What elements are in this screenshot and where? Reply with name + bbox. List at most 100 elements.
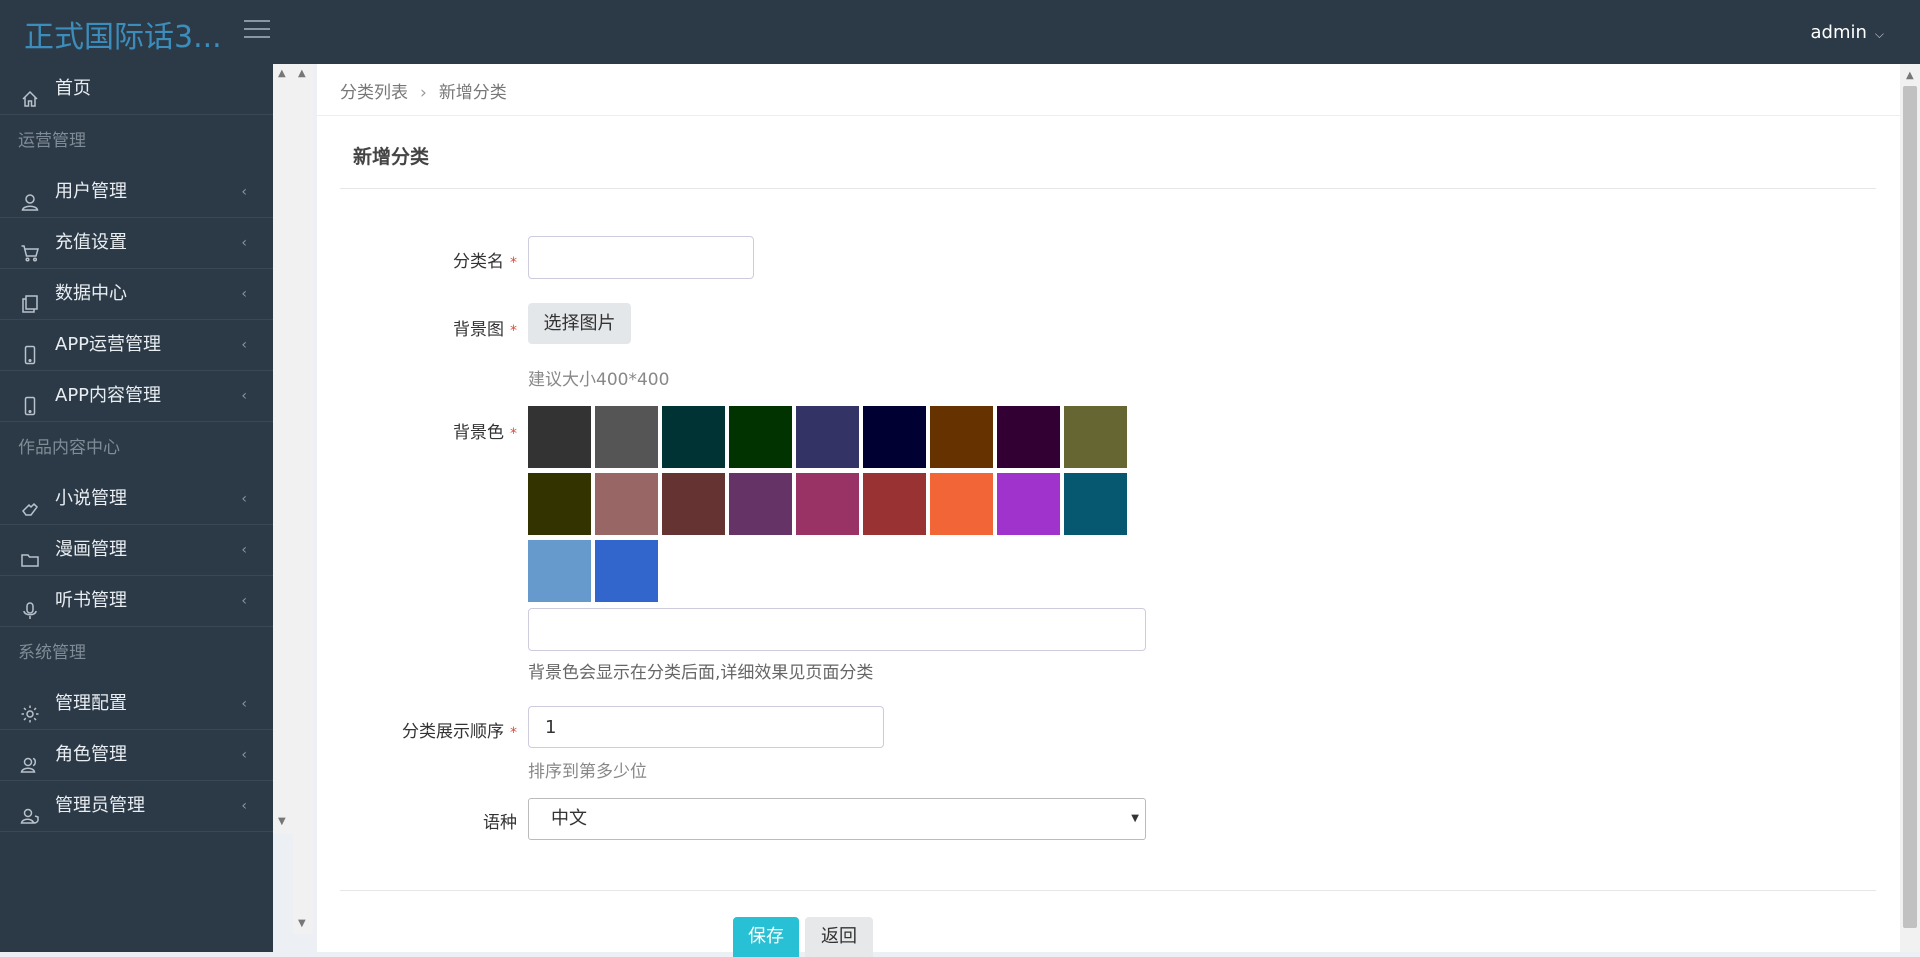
order-input[interactable] xyxy=(528,706,884,748)
chevron-down-icon: ⌵ xyxy=(1874,27,1884,41)
color-swatch[interactable] xyxy=(863,406,926,468)
color-swatch[interactable] xyxy=(997,406,1060,468)
color-swatch[interactable] xyxy=(595,540,658,602)
sidebar-item-users[interactable]: 用户管理 ‹ xyxy=(0,167,273,218)
sidebar-item-label: 角色管理 xyxy=(55,744,127,765)
chevron-left-icon: ‹ xyxy=(241,747,247,763)
color-swatch[interactable] xyxy=(729,473,792,535)
bg-color-input[interactable] xyxy=(528,608,1146,651)
color-swatch[interactable] xyxy=(997,473,1060,535)
chevron-left-icon: ‹ xyxy=(241,696,247,712)
sidebar-item-recharge[interactable]: 充值设置 ‹ xyxy=(0,218,273,269)
sidebar-item-label: 首页 xyxy=(55,78,91,99)
chevron-left-icon: ‹ xyxy=(241,337,247,353)
color-swatch[interactable] xyxy=(1064,473,1127,535)
color-swatch[interactable] xyxy=(930,406,993,468)
divider xyxy=(340,188,1876,189)
divider xyxy=(317,115,1900,116)
bg-image-label: 背景图 * xyxy=(453,320,517,340)
hand-icon xyxy=(20,489,40,516)
sidebar-item-app-operation[interactable]: APP运营管理 ‹ xyxy=(0,320,273,371)
users-icon xyxy=(20,745,40,773)
sidebar-section-header: 作品内容中心 xyxy=(18,438,120,458)
sidebar-menu: 首页 运营管理 用户管理 ‹ 充值设置 ‹ 数据中心 ‹ APP运营管理 ‹ APP内容管理 ‹ 作品内… xyxy=(0,64,273,832)
sidebar-item-novels[interactable]: 小说管理 ‹ xyxy=(0,474,273,525)
cart-icon xyxy=(20,233,40,262)
color-swatch[interactable] xyxy=(796,473,859,535)
bg-color-help: 背景色会显示在分类后面,详细效果见页面分类 xyxy=(528,663,874,683)
bg-image-help: 建议大小400*400 xyxy=(528,370,670,390)
scroll-up-icon[interactable]: ▲ xyxy=(278,68,286,79)
chevron-left-icon: ‹ xyxy=(241,491,247,507)
sidebar-item-label: 用户管理 xyxy=(55,181,127,202)
color-swatch[interactable] xyxy=(528,540,591,602)
bg-color-label: 背景色 * xyxy=(453,423,517,443)
scroll-up-icon[interactable]: ▲ xyxy=(1906,70,1914,81)
color-swatch[interactable] xyxy=(595,406,658,468)
sidebar-item-audiobooks[interactable]: 听书管理 ‹ xyxy=(0,576,273,627)
breadcrumb-parent[interactable]: 分类列表 xyxy=(340,83,408,103)
breadcrumb-current: 新增分类 xyxy=(438,83,507,103)
menu-toggle-icon[interactable] xyxy=(244,20,270,42)
category-name-label: 分类名 * xyxy=(453,252,517,272)
microphone-icon xyxy=(20,591,40,619)
color-swatch[interactable] xyxy=(796,406,859,468)
sidebar-item-label: APP内容管理 xyxy=(55,385,162,406)
required-mark: * xyxy=(510,725,517,741)
sidebar-item-app-content[interactable]: APP内容管理 ‹ xyxy=(0,371,273,422)
chevron-left-icon: ‹ xyxy=(241,235,247,251)
scrollbar-thumb[interactable] xyxy=(1903,86,1917,928)
sidebar-section-header: 系统管理 xyxy=(18,643,86,663)
sidebar-item-label: 数据中心 xyxy=(55,283,127,304)
sidebar-item-label: APP运营管理 xyxy=(55,334,162,355)
color-swatch[interactable] xyxy=(595,473,658,535)
language-value: 中文 xyxy=(551,808,587,829)
sidebar-item-home[interactable]: 首页 xyxy=(0,64,273,115)
chevron-right-icon: › xyxy=(420,83,427,103)
save-button[interactable]: 保存 xyxy=(733,917,799,957)
language-select[interactable]: 中文 ▼ xyxy=(528,798,1146,840)
scroll-up-icon[interactable]: ▲ xyxy=(298,68,306,79)
sidebar-item-admins[interactable]: 管理员管理 ‹ xyxy=(0,781,273,832)
color-swatch[interactable] xyxy=(662,473,725,535)
sidebar-item-label: 漫画管理 xyxy=(55,539,127,560)
color-swatch[interactable] xyxy=(1064,406,1127,468)
main-scrollbar[interactable]: ▲ xyxy=(1900,64,1920,952)
scroll-down-icon[interactable]: ▼ xyxy=(298,918,306,929)
sidebar-item-config[interactable]: 管理配置 ‹ xyxy=(0,679,273,730)
category-name-input[interactable] xyxy=(528,236,754,279)
color-swatch[interactable] xyxy=(528,406,591,468)
copy-icon xyxy=(20,284,40,313)
choose-image-button[interactable]: 选择图片 xyxy=(528,303,631,344)
user-menu[interactable]: admin ⌵ xyxy=(1810,22,1884,43)
sidebar-item-label: 小说管理 xyxy=(55,488,127,509)
sidebar-item-label: 管理员管理 xyxy=(55,795,145,816)
color-swatch[interactable] xyxy=(930,473,993,535)
sidebar-item-roles[interactable]: 角色管理 ‹ xyxy=(0,730,273,781)
back-button[interactable]: 返回 xyxy=(805,917,873,957)
content-left-scrollbar[interactable]: ▲ ▼ xyxy=(293,64,313,934)
chevron-left-icon: ‹ xyxy=(241,286,247,302)
chevron-left-icon: ‹ xyxy=(241,593,247,609)
sidebar-item-comics[interactable]: 漫画管理 ‹ xyxy=(0,525,273,576)
home-icon xyxy=(20,79,40,107)
chevron-left-icon: ‹ xyxy=(241,542,247,558)
color-swatch[interactable] xyxy=(729,406,792,468)
sidebar-scrollbar[interactable]: ▲ ▼ xyxy=(273,64,293,834)
required-mark: * xyxy=(510,426,517,442)
sidebar: 首页 运营管理 用户管理 ‹ 充值设置 ‹ 数据中心 ‹ APP运营管理 ‹ APP内容管理 ‹ 作品内… xyxy=(0,64,273,952)
color-swatch[interactable] xyxy=(863,473,926,535)
sidebar-section-header: 运营管理 xyxy=(18,131,86,151)
color-swatch[interactable] xyxy=(528,473,591,535)
top-header: 正式国际话3... admin ⌵ xyxy=(0,0,1920,64)
color-swatch[interactable] xyxy=(662,406,725,468)
sidebar-item-data-center[interactable]: 数据中心 ‹ xyxy=(0,269,273,320)
chevron-left-icon: ‹ xyxy=(241,388,247,404)
gear-icon xyxy=(20,694,40,723)
user-icon xyxy=(20,182,40,211)
app-brand[interactable]: 正式国际话3... xyxy=(24,12,222,56)
scroll-down-icon[interactable]: ▼ xyxy=(278,816,286,827)
page-title: 新增分类 xyxy=(353,146,430,168)
mobile-icon xyxy=(20,335,40,365)
chevron-left-icon: ‹ xyxy=(241,184,247,200)
